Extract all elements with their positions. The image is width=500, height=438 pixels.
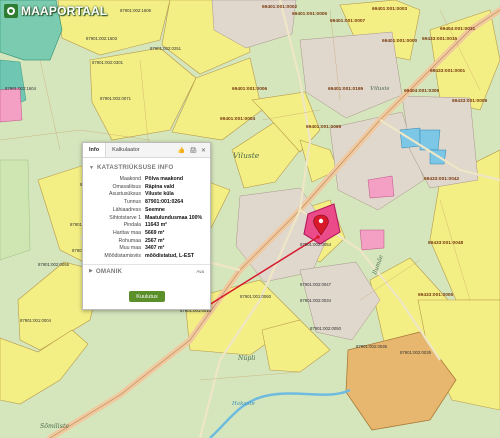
parcel-label: 87901:002:1606 xyxy=(120,8,152,13)
parcel-label: 87901:002:0035 xyxy=(400,350,432,355)
close-icon[interactable]: ✕ xyxy=(201,147,206,154)
info-value: Maatulundusmaa 100% xyxy=(145,214,203,221)
info-value: mõõdistatud, L-EST xyxy=(145,253,194,260)
tab-calculator[interactable]: Kalkulaator xyxy=(106,143,146,157)
info-rows: Maakond Põlva maakond Omavalitsus Räpina va… xyxy=(83,175,210,261)
parcel-label: 69401:001:0003 xyxy=(372,6,408,12)
print-icon[interactable]: 🖨 xyxy=(189,147,197,154)
info-row: Asustusüksus Viluste küla xyxy=(87,191,206,199)
parcel-label: 69433:001:0042 xyxy=(424,176,460,182)
app-logo[interactable]: MAAPORTAAL xyxy=(4,4,107,18)
parcel-label: 87901:001:0004 xyxy=(20,318,52,323)
info-value: Viluste küla xyxy=(145,191,174,198)
parcel-label: 69401:001:0004 xyxy=(220,116,256,122)
parcel-label: 87901:002:0036 xyxy=(356,344,388,349)
info-row: Sihtotstarve 1 Maatulundusmaa 100% xyxy=(87,215,206,223)
parcel-label: 69401:001:0007 xyxy=(330,18,366,24)
parcel-label: 69433:001:0015 xyxy=(422,36,458,42)
parcel-label: 69401:001:0005 xyxy=(292,11,328,17)
info-key: Tunnus xyxy=(123,199,141,206)
popup-tabs: Info Kalkulaator 👍 🖨 ✕ xyxy=(83,143,210,158)
info-row: Tunnus 87901:001:0264 xyxy=(87,199,206,207)
parcel-label: 87901:002:0047 xyxy=(300,282,332,287)
info-key: Omavalitsus xyxy=(112,183,141,190)
parcel-label: 69404:001:0305 xyxy=(404,88,440,94)
place-label: Hakaste xyxy=(231,401,256,407)
place-label: Sõmiliste xyxy=(40,423,69,430)
info-value: 87901:001:0264 xyxy=(145,199,184,206)
parcel-label: 87901:002:0301 xyxy=(92,60,124,65)
info-value: 3407 m² xyxy=(145,245,165,252)
parcel-label: 69401:001:0000 xyxy=(382,38,418,44)
info-value: Põlva maakond xyxy=(145,176,184,182)
info-key: Sihtotstarve 1 xyxy=(109,214,141,221)
popup-tools: 👍 🖨 ✕ xyxy=(178,147,210,154)
parcel-label: 69404:001:0031 xyxy=(440,26,476,32)
place-label: Vilusis xyxy=(370,86,389,92)
info-row: Rohumaa 2567 m² xyxy=(87,238,206,246)
parcel-label: 87901:002:0034 xyxy=(300,298,332,303)
collapse-caret-icon[interactable]: ▼ xyxy=(89,165,94,171)
info-value: Räpina vald xyxy=(145,183,175,190)
info-value: 11643 m² xyxy=(145,222,167,229)
info-value: 2567 m² xyxy=(145,237,165,244)
map-canvas[interactable]: Viluste Vilusis Nüpli Ilumäe Sõmiliste H… xyxy=(0,0,500,438)
info-key: Mõõdistamisviis xyxy=(104,253,141,260)
owner-link[interactable]: Ava xyxy=(196,269,204,274)
info-key: Pindala xyxy=(123,222,141,229)
section-header[interactable]: ▼ KATASTRIÜKSUSE INFO xyxy=(83,158,210,175)
expand-caret-icon[interactable]: ▶ xyxy=(89,268,93,274)
info-key: Haritav maa xyxy=(113,229,141,236)
parcel-label: 69433:001:0048 xyxy=(428,240,464,246)
info-key: Lähiaadress xyxy=(112,206,141,213)
section-title: KATASTRIÜKSUSE INFO xyxy=(96,164,174,171)
logo-text: MAAPORTAAL xyxy=(21,4,108,18)
parcel-label: 69401:001:0195 xyxy=(328,86,364,92)
parcel-label: 87901:002:0251 xyxy=(150,46,182,51)
info-row: Mõõdistamisviis mõõdistatud, L-EST xyxy=(87,253,206,261)
parcel-label: 69401:001:0006 xyxy=(232,86,268,92)
parcel-label: 87901:001:0060 xyxy=(240,294,272,299)
parcel-label: 87901:002:1604 xyxy=(5,86,37,91)
logo-icon xyxy=(4,4,18,18)
parcel-label: 87901:002:0071 xyxy=(100,96,132,101)
parcel-label: 87901:002:0050 xyxy=(310,326,342,331)
parcel-label: 69401:001:0065 xyxy=(306,124,342,130)
parcel-info-popup: Info Kalkulaator 👍 🖨 ✕ ▼ KATASTRIÜKSUSE … xyxy=(82,142,211,310)
parcel-label: 87901:002:0054 xyxy=(300,242,332,247)
tab-info[interactable]: Info xyxy=(83,143,107,157)
listing-button[interactable]: Kuulutus xyxy=(129,291,165,302)
place-label: Viluste xyxy=(233,151,260,160)
parcel-label: 69433:001:0005 xyxy=(418,292,454,298)
owner-section-header[interactable]: ▶ OMANIK Ava xyxy=(83,263,210,275)
info-row: Lähiaadress Seemne xyxy=(87,207,206,215)
parcel-label: 69433:001:0008 xyxy=(452,98,488,104)
info-key: Maakond xyxy=(119,176,141,182)
parcel-label: 87901:002:1603 xyxy=(86,36,118,41)
parcel-label: 87901:002:0055 xyxy=(38,262,70,267)
info-row: Pindala 11643 m² xyxy=(87,222,206,230)
info-value: Seemne xyxy=(145,206,165,213)
owner-title: OMANIK xyxy=(95,267,123,275)
info-row: Maakond Põlva maakond xyxy=(87,176,206,184)
info-key: Rohumaa xyxy=(118,237,142,244)
info-row: Haritav maa 5669 m² xyxy=(87,230,206,238)
info-row: Muu maa 3407 m² xyxy=(87,245,206,253)
info-value: 5669 m² xyxy=(145,229,165,236)
info-key: Muu maa xyxy=(119,245,141,252)
info-row: Omavalitsus Räpina vald xyxy=(87,184,206,192)
parcel-label: 69433:001:0001 xyxy=(430,68,466,74)
place-label: Nüpli xyxy=(237,355,255,362)
parcel-label: 69401:001:0002 xyxy=(262,4,298,10)
thumbs-up-icon[interactable]: 👍 xyxy=(178,147,185,154)
info-key: Asustusüksus xyxy=(108,191,141,198)
